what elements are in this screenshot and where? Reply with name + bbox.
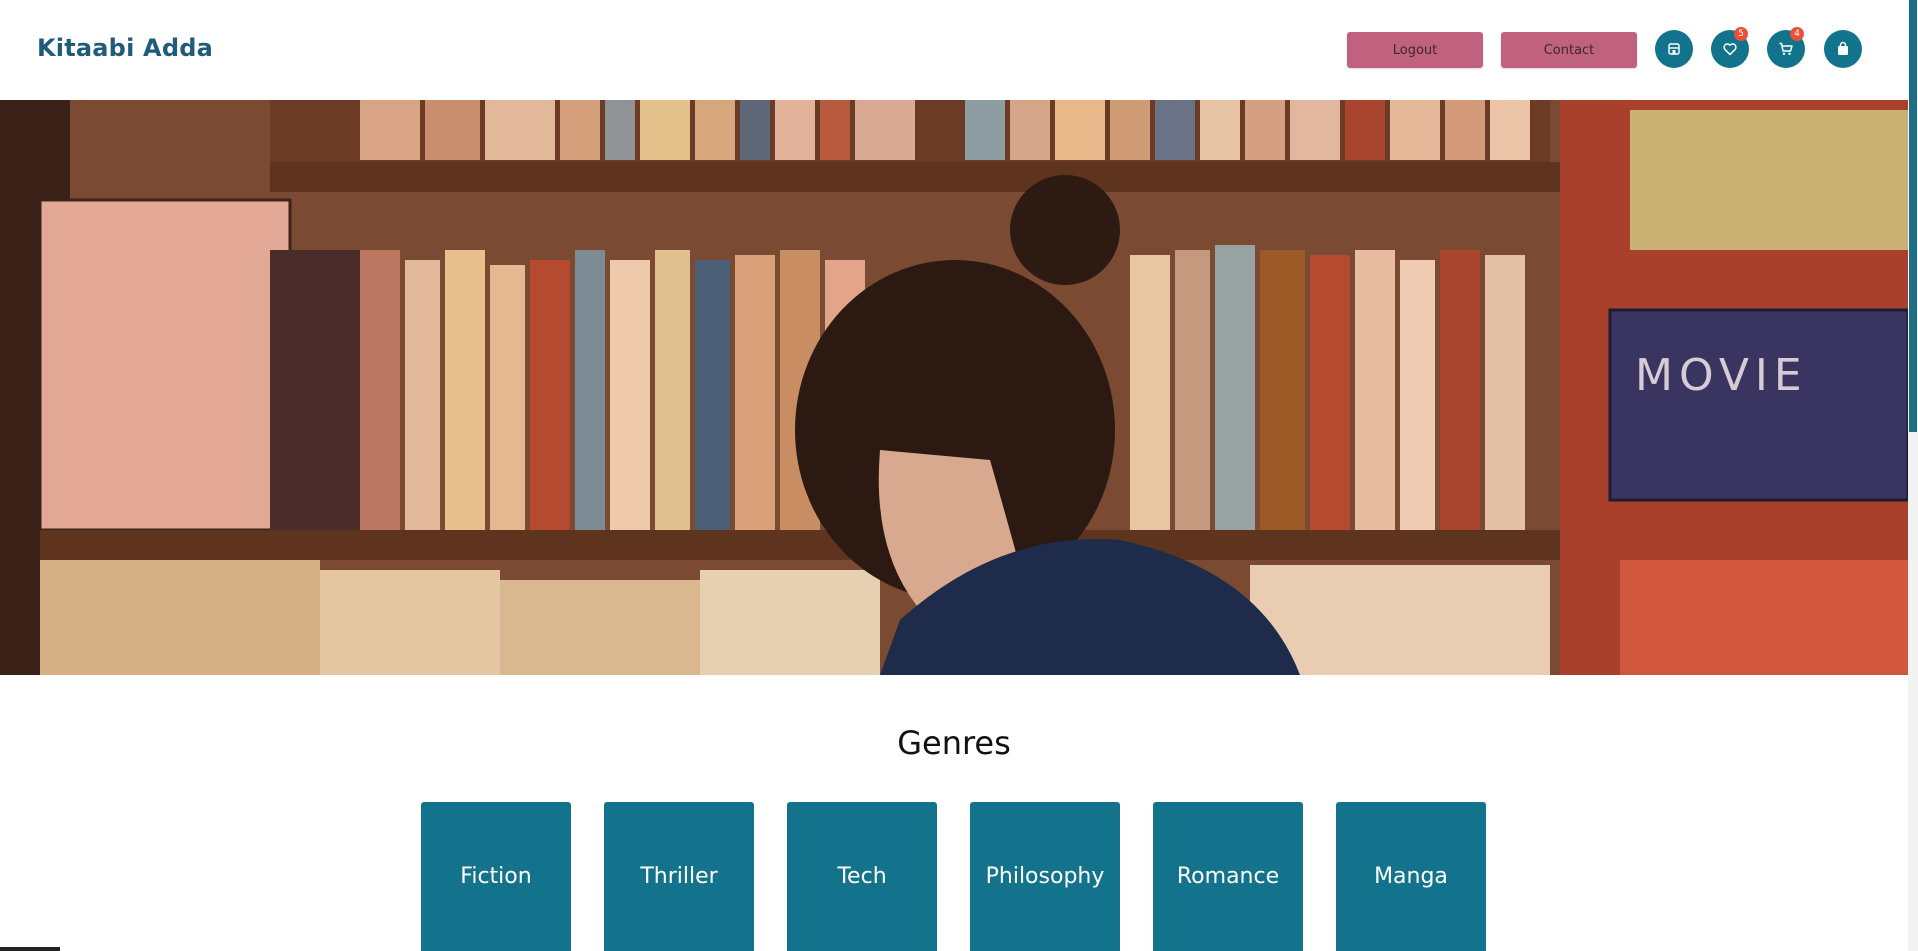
contact-button[interactable]: Contact xyxy=(1501,32,1637,68)
wishlist-button[interactable]: 5 xyxy=(1711,27,1749,68)
store-button[interactable] xyxy=(1655,30,1693,68)
site-logo[interactable]: Kitaabi Adda xyxy=(37,34,213,62)
heart-icon xyxy=(1723,43,1737,56)
orders-button[interactable] xyxy=(1824,30,1862,68)
site-header: Kitaabi Adda Logout Contact 5 4 xyxy=(0,0,1908,100)
cart-count-badge: 4 xyxy=(1790,27,1804,41)
genre-card-philosophy[interactable]: Philosophy xyxy=(970,802,1120,951)
genre-card-tech[interactable]: Tech xyxy=(787,802,937,951)
genre-card-manga[interactable]: Manga xyxy=(1336,802,1486,951)
wishlist-count-badge: 5 xyxy=(1734,27,1748,41)
bottom-divider xyxy=(0,947,60,951)
genre-card-romance[interactable]: Romance xyxy=(1153,802,1303,951)
hero-banner: MOVIE xyxy=(0,100,1908,675)
genre-card-fiction[interactable]: Fiction xyxy=(421,802,571,951)
genres-heading: Genres xyxy=(897,724,1011,762)
logout-button[interactable]: Logout xyxy=(1347,32,1483,68)
cart-icon xyxy=(1779,42,1793,55)
movie-sign-text: MOVIE xyxy=(1635,350,1808,401)
genre-card-thriller[interactable]: Thriller xyxy=(604,802,754,951)
bookshelf-illustration: MOVIE xyxy=(0,100,1908,675)
scrollbar-thumb[interactable] xyxy=(1909,0,1917,432)
store-icon xyxy=(1668,43,1680,55)
cart-button[interactable]: 4 xyxy=(1767,27,1805,68)
bag-icon xyxy=(1838,41,1848,55)
